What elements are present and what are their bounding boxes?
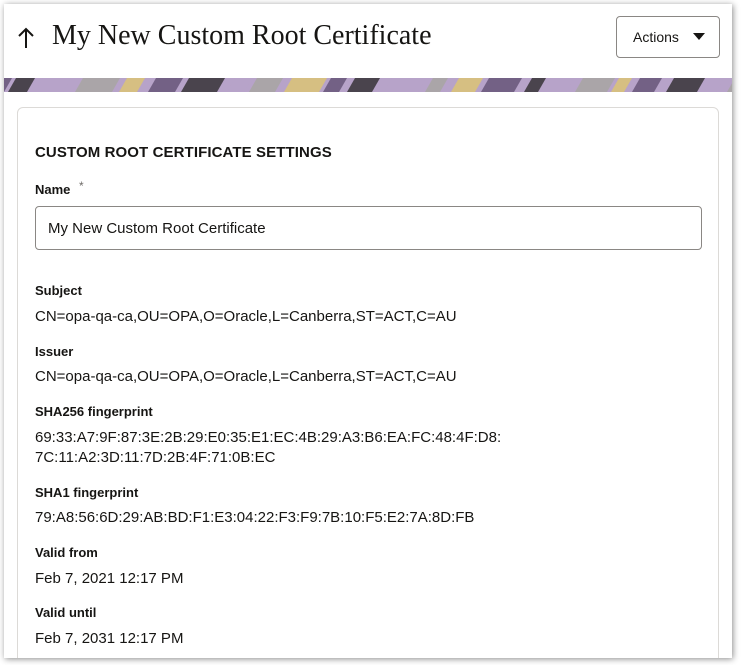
subject-value: CN=opa-qa-ca,OU=OPA,O=Oracle,L=Canberra,… (35, 308, 457, 325)
sha256-value-line-2: 7C:11:A2:3D:11:7D:2B:4F:71:0B:EC (35, 449, 276, 466)
issuer-label: Issuer (35, 344, 74, 359)
sha1-value: 79:A8:56:6D:29:AB:BD:F1:E3:04:22:F3:F9:7… (35, 509, 475, 526)
valid-until-value: Feb 7, 2031 12:17 PM (35, 630, 184, 647)
certificate-page: My New Custom Root Certificate Actions C… (4, 4, 732, 658)
page-header: My New Custom Root Certificate Actions (4, 4, 732, 78)
actions-label: Actions (633, 29, 679, 45)
name-input[interactable] (35, 206, 702, 250)
sha256-label: SHA256 fingerprint (35, 404, 153, 419)
back-button[interactable] (14, 24, 38, 52)
sha256-value-line-1: 69:33:A7:9F:87:3E:2B:29:E0:35:E1:EC:4B:2… (35, 429, 502, 446)
sha1-label: SHA1 fingerprint (35, 485, 139, 500)
page-title: My New Custom Root Certificate (52, 20, 432, 51)
decorative-banner (4, 78, 732, 92)
required-indicator: * (79, 179, 84, 193)
valid-until-label: Valid until (35, 605, 97, 620)
issuer-value: CN=opa-qa-ca,OU=OPA,O=Oracle,L=Canberra,… (35, 368, 457, 385)
section-title: CUSTOM ROOT CERTIFICATE SETTINGS (35, 144, 332, 161)
actions-menu-button[interactable]: Actions (616, 16, 720, 58)
settings-card: CUSTOM ROOT CERTIFICATE SETTINGS Name * … (17, 107, 719, 658)
valid-from-value: Feb 7, 2021 12:17 PM (35, 570, 184, 587)
subject-label: Subject (35, 283, 82, 298)
arrow-up-icon (18, 27, 34, 48)
name-label: Name (35, 182, 71, 197)
valid-from-label: Valid from (35, 545, 98, 560)
caret-down-icon (693, 33, 705, 40)
